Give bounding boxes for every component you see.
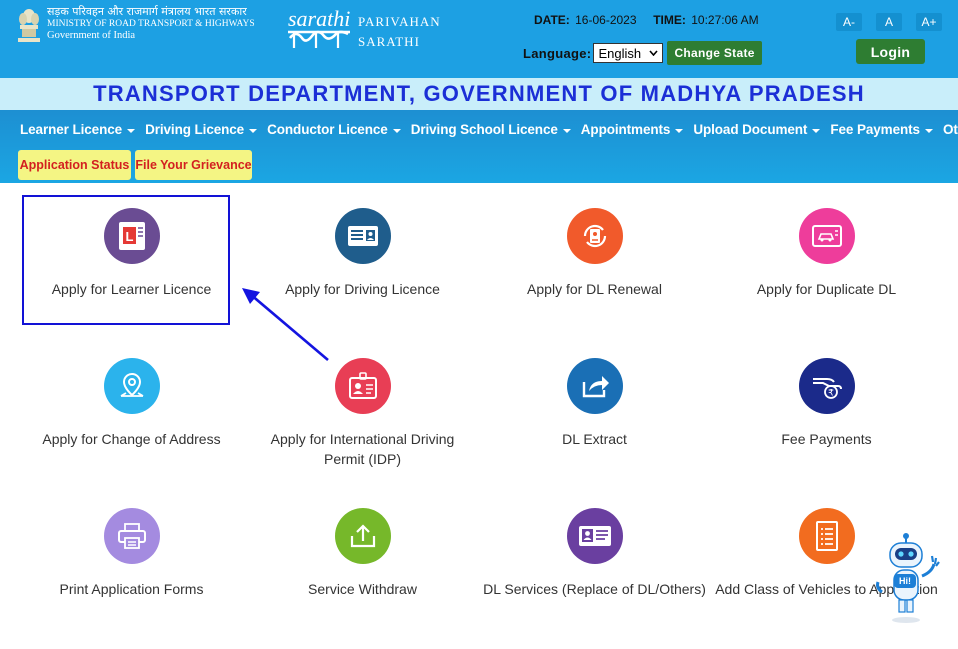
nav-appointments[interactable]: Appointments xyxy=(581,122,684,137)
nav-menu: Learner Licence Driving Licence Conducto… xyxy=(20,122,958,137)
file-grievance-button[interactable]: File Your Grievance xyxy=(135,150,252,180)
tile-label: DL Extract xyxy=(562,431,627,447)
caret-down-icon xyxy=(249,128,258,133)
font-normal-label: A xyxy=(884,15,893,29)
language-select[interactable]: English xyxy=(593,43,664,63)
change-state-button[interactable]: Change State xyxy=(667,41,762,65)
nav-upload-document[interactable]: Upload Document xyxy=(693,122,821,137)
font-decrease-label: A- xyxy=(843,15,855,29)
duplicate-dl-icon xyxy=(799,208,855,264)
caret-down-icon xyxy=(392,128,401,133)
tile-label: Fee Payments xyxy=(781,431,872,447)
idp-icon xyxy=(335,358,391,414)
ministry-block: सड़क परिवहन और राजमार्ग मंत्रालय भारत सर… xyxy=(47,6,255,42)
annotation-arrow-icon xyxy=(242,288,329,361)
nav-driving-school-licence[interactable]: Driving School Licence xyxy=(411,122,571,137)
caret-down-icon xyxy=(675,128,684,133)
tile-label: Apply for Duplicate DL xyxy=(756,281,897,297)
language-label: Language: xyxy=(523,45,592,61)
tile-dl-extract[interactable]: DL Extract xyxy=(479,345,710,495)
font-normal-button[interactable]: A xyxy=(876,13,902,31)
nav-others[interactable]: Others xyxy=(943,122,958,137)
driving-licence-icon xyxy=(335,208,391,264)
id-card-icon xyxy=(567,508,623,564)
language-selected: English xyxy=(598,45,642,61)
font-decrease-button[interactable]: A- xyxy=(836,13,862,31)
map-pin-icon xyxy=(104,358,160,414)
parivahan-sarathi-text: PARIVAHAN SARATHI xyxy=(358,12,441,52)
chatbot-icon[interactable]: Hi! xyxy=(872,530,952,625)
top-header: सड़क परिवहन और राजमार्ग मंत्रालय भारत सर… xyxy=(0,0,958,78)
nav-label: Fee Payments xyxy=(830,122,920,137)
brand-line-2: SARATHI xyxy=(358,34,420,49)
page-title: TRANSPORT DEPARTMENT, GOVERNMENT OF MADH… xyxy=(93,81,865,106)
ministry-hindi: सड़क परिवहन और राजमार्ग मंत्रालय भारत सर… xyxy=(47,5,247,18)
tile-label: DL Services (Replace of DL/Others) xyxy=(483,581,706,597)
caret-down-icon xyxy=(562,128,571,133)
nav-label: Learner Licence xyxy=(20,122,123,137)
brand-line-1: PARIVAHAN xyxy=(358,14,441,29)
dl-renewal-icon xyxy=(567,208,623,264)
government-of-india: Government of India xyxy=(47,30,136,41)
nav-label: Appointments xyxy=(580,122,671,137)
form-list-icon xyxy=(799,508,855,564)
share-icon xyxy=(567,358,623,414)
tile-label: Print Application Forms xyxy=(59,581,204,597)
nav-label: Driving Licence xyxy=(145,122,245,137)
nav-fee-payments[interactable]: Fee Payments xyxy=(830,122,933,137)
fee-payment-icon: ₹ xyxy=(799,358,855,414)
tile-apply-idp[interactable]: Apply for International Driving Permit (… xyxy=(247,345,478,495)
tile-service-withdraw[interactable]: Service Withdraw xyxy=(247,495,478,645)
tile-label: Service Withdraw xyxy=(308,581,417,597)
login-button[interactable]: Login xyxy=(856,39,925,64)
time-value: 10:27:06 AM xyxy=(691,13,759,27)
highlight-box xyxy=(22,195,230,325)
chevron-down-icon xyxy=(649,50,659,56)
language-row: Language: English Change State xyxy=(523,41,762,65)
nav-driving-licence[interactable]: Driving Licence xyxy=(145,122,258,137)
sarathi-logo-text: sarathi xyxy=(288,6,350,31)
caret-down-icon xyxy=(812,128,821,133)
date-value: 16-06-2023 xyxy=(575,13,637,27)
caret-down-icon xyxy=(924,128,933,133)
tile-label: Apply for Change of Address xyxy=(42,431,221,447)
tile-dl-services[interactable]: DL Services (Replace of DL/Others) xyxy=(479,495,710,645)
font-increase-button[interactable]: A+ xyxy=(916,13,942,31)
printer-icon xyxy=(104,508,160,564)
nav-label: Others xyxy=(942,122,958,137)
nav-label: Upload Document xyxy=(693,122,808,137)
main-nav: Learner Licence Driving Licence Conducto… xyxy=(0,110,958,183)
caret-down-icon xyxy=(127,128,136,133)
date-time: DATE: 16-06-2023 TIME: 10:27:06 AM xyxy=(534,13,759,27)
tile-apply-change-of-address[interactable]: Apply for Change of Address xyxy=(16,345,247,495)
time-label: TIME: xyxy=(653,13,686,27)
date-label: DATE: xyxy=(534,13,570,27)
nav-learner-licence[interactable]: Learner Licence xyxy=(20,122,136,137)
tile-fee-payments[interactable]: ₹ Fee Payments xyxy=(711,345,942,495)
tile-apply-dl-renewal[interactable]: Apply for DL Renewal xyxy=(479,195,710,345)
nav-label: Conductor Licence xyxy=(267,122,388,137)
application-status-button[interactable]: Application Status xyxy=(18,150,131,180)
tile-apply-duplicate-dl[interactable]: Apply for Duplicate DL xyxy=(711,195,942,345)
chatbot-bubble: Hi! xyxy=(899,576,911,586)
national-emblem-icon xyxy=(18,9,40,42)
tile-print-application-forms[interactable]: Print Application Forms xyxy=(16,495,247,645)
svg-text:₹: ₹ xyxy=(828,389,834,399)
tile-label: Apply for DL Renewal xyxy=(527,281,662,297)
tile-label: Apply for International Driving Permit (… xyxy=(270,431,455,467)
title-bar: TRANSPORT DEPARTMENT, GOVERNMENT OF MADH… xyxy=(0,78,958,110)
upload-tray-icon xyxy=(335,508,391,564)
nav-conductor-licence[interactable]: Conductor Licence xyxy=(267,122,401,137)
font-increase-label: A+ xyxy=(921,15,937,29)
ministry-english: MINISTRY OF ROAD TRANSPORT & HIGHWAYS xyxy=(47,19,255,29)
sarathi-logo[interactable]: sarathi xyxy=(286,4,356,52)
nav-label: Driving School Licence xyxy=(410,122,558,137)
